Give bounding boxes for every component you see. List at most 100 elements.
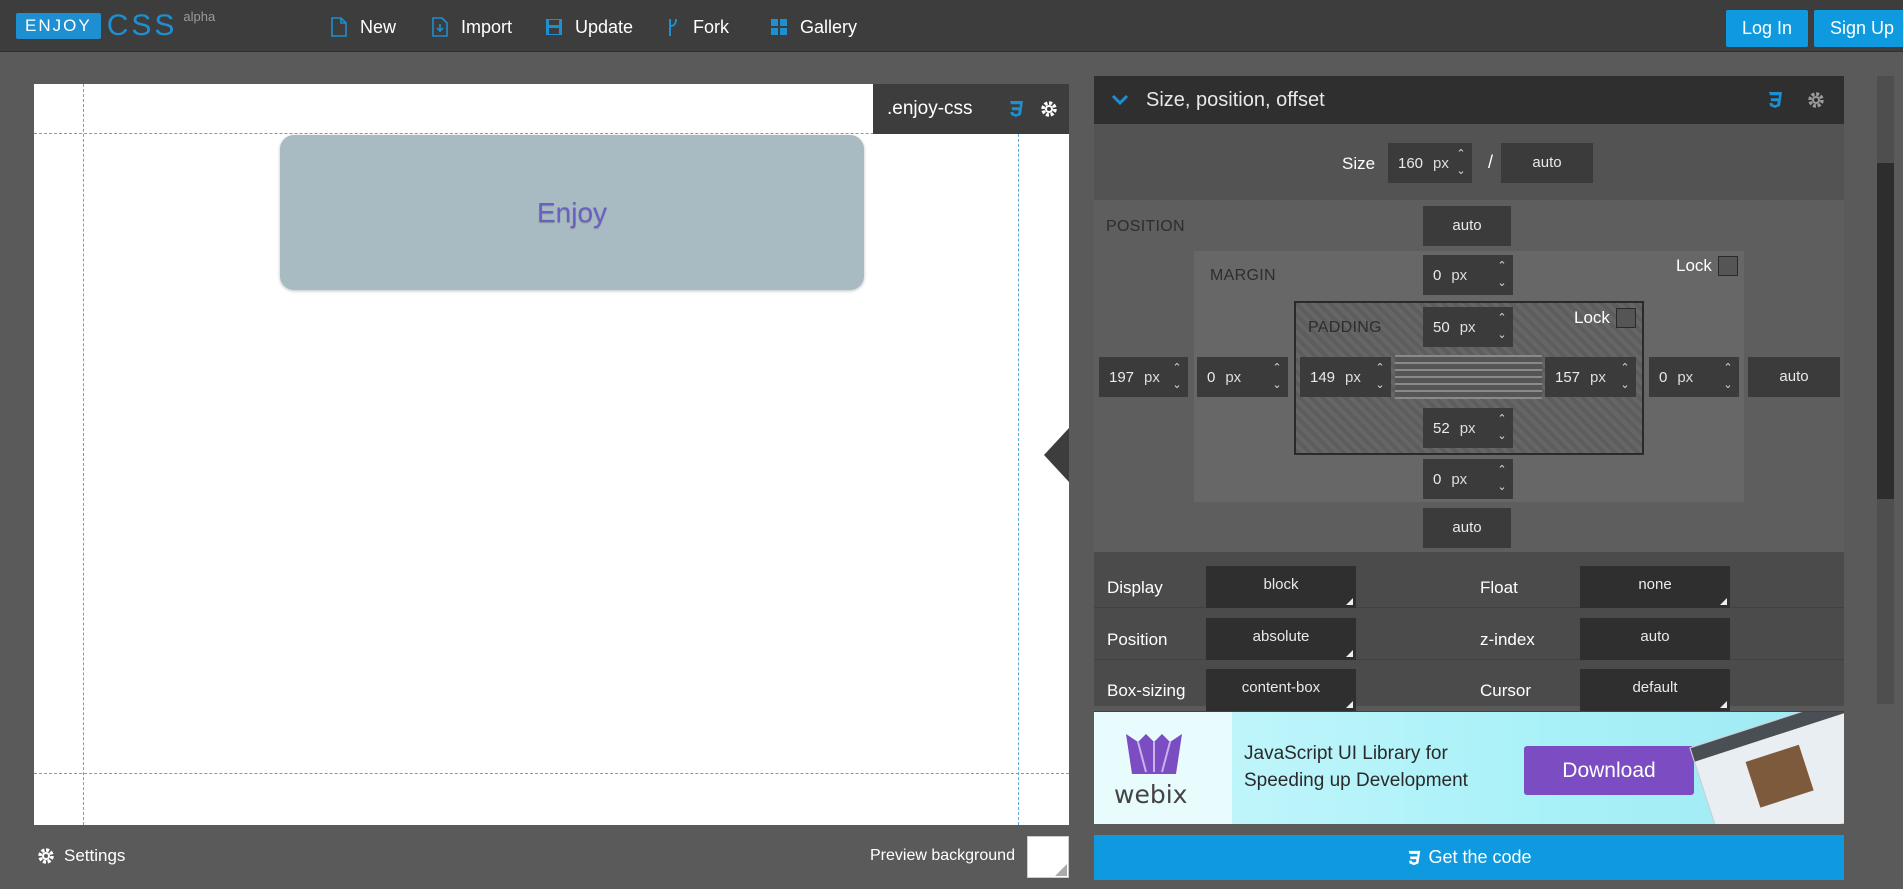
padding-bottom-stepper[interactable]: ⌃ ⌄ [1495,411,1509,445]
import-icon [432,17,448,37]
get-code-label: Get the code [1428,847,1532,867]
size-width-unit: px [1433,154,1449,172]
preview-background-swatch[interactable] [1027,836,1069,878]
position-left-value: 197 [1109,368,1135,386]
panel-header[interactable]: Size, position, offset [1094,76,1844,124]
gear-icon[interactable] [1039,99,1059,119]
margin-bottom-input[interactable]: 0 px ⌃ ⌄ [1423,459,1513,499]
margin-bottom-stepper[interactable]: ⌃ ⌄ [1495,462,1509,496]
margin-right-unit: px [1677,368,1694,386]
position-top-input[interactable]: auto [1423,206,1511,246]
margin-lock-checkbox[interactable] [1717,256,1738,276]
position-left-stepper[interactable]: ⌃ ⌄ [1170,360,1184,394]
margin-label: MARGIN [1210,267,1276,284]
collapse-panel-arrow[interactable] [1044,428,1069,482]
chevron-down-icon[interactable]: ⌄ [1495,327,1509,344]
boxsizing-select[interactable]: content-box [1206,669,1356,711]
logo-alpha-text: alpha [183,9,216,24]
chevron-down-icon[interactable]: ⌄ [1495,275,1509,292]
margin-top-input[interactable]: 0 px ⌃ ⌄ [1423,255,1513,295]
chevron-up-icon[interactable]: ⌃ [1495,258,1509,275]
margin-right-value: 0 [1659,368,1668,386]
padding-top-input[interactable]: 50 px ⌃ ⌄ [1423,307,1513,347]
padding-lock-label: Lock [1574,308,1610,327]
settings-button[interactable]: Settings [36,846,125,866]
chevron-down-icon[interactable] [1108,93,1132,107]
content-box [1395,355,1542,399]
size-height-input[interactable]: auto [1501,143,1593,183]
ad-line-1: JavaScript UI Library for [1244,743,1448,764]
chevron-up-icon[interactable]: ⌃ [1721,360,1735,377]
chevron-up-icon[interactable]: ⌃ [1495,462,1509,479]
padding-left-input[interactable]: 149 px ⌃ ⌄ [1300,357,1391,397]
size-width-stepper[interactable]: ⌃ ⌄ [1454,146,1468,180]
position-bottom-input[interactable]: auto [1423,508,1511,548]
margin-lock[interactable]: Lock [1676,256,1738,276]
chevron-down-icon[interactable]: ⌄ [1721,377,1735,394]
padding-bottom-unit: px [1459,419,1476,437]
login-button[interactable]: Log In [1726,10,1808,47]
padding-top-value: 50 [1433,318,1450,336]
padding-lock[interactable]: Lock [1574,308,1636,328]
margin-left-input[interactable]: 0 px ⌃ ⌄ [1197,357,1288,397]
chevron-up-icon[interactable]: ⌃ [1170,360,1184,377]
update-label: Update [575,16,634,37]
ad-screenshot-image [1689,712,1844,824]
position-right-input[interactable]: auto [1748,357,1840,397]
padding-bottom-input[interactable]: 52 px ⌃ ⌄ [1423,408,1513,448]
update-button[interactable]: Update [545,15,633,39]
panel-scrollbar-thumb[interactable] [1877,163,1894,499]
chevron-down-icon[interactable]: ⌄ [1495,428,1509,445]
webix-ad-banner[interactable]: webix JavaScript UI Library for Speeding… [1094,712,1844,824]
chevron-up-icon[interactable]: ⌃ [1270,360,1284,377]
padding-lock-checkbox[interactable] [1615,308,1636,328]
logo-enjoy-text: ENJOY [16,13,101,39]
margin-right-input[interactable]: 0 px ⌃ ⌄ [1649,357,1739,397]
css3-icon[interactable] [1007,99,1025,119]
margin-top-value: 0 [1433,266,1442,284]
padding-right-stepper[interactable]: ⌃ ⌄ [1618,360,1632,394]
chevron-down-icon[interactable]: ⌄ [1270,377,1284,394]
chevron-down-icon[interactable]: ⌄ [1495,479,1509,496]
position-select[interactable]: absolute [1206,618,1356,660]
float-select[interactable]: none [1580,566,1730,608]
chevron-down-icon[interactable]: ⌄ [1454,163,1468,180]
new-button[interactable]: New [330,15,396,39]
display-select[interactable]: block [1206,566,1356,608]
panel-gear-icon[interactable] [1806,90,1826,110]
position-left-input[interactable]: 197 px ⌃ ⌄ [1099,357,1188,397]
chevron-down-icon[interactable]: ⌄ [1373,377,1387,394]
import-button[interactable]: Import [431,15,512,39]
chevron-up-icon[interactable]: ⌃ [1373,360,1387,377]
webix-brand-text: webix [1114,780,1188,809]
chevron-up-icon[interactable]: ⌃ [1495,411,1509,428]
enjoycss-logo[interactable]: ENJOY CSS alpha [16,9,216,41]
fork-button[interactable]: Fork [667,15,729,39]
margin-top-stepper[interactable]: ⌃ ⌄ [1495,258,1509,292]
zindex-input[interactable]: auto [1580,618,1730,660]
padding-bottom-value: 52 [1433,419,1450,437]
gallery-button[interactable]: Gallery [770,15,857,39]
size-label: Size [1342,154,1376,173]
get-code-button[interactable]: Get the code [1094,835,1844,880]
padding-right-input[interactable]: 157 px ⌃ ⌄ [1545,357,1636,397]
margin-left-stepper[interactable]: ⌃ ⌄ [1270,360,1284,394]
cursor-select[interactable]: default [1580,669,1730,711]
margin-right-stepper[interactable]: ⌃ ⌄ [1721,360,1735,394]
size-width-input[interactable]: 160 px ⌃ ⌄ [1388,143,1472,183]
margin-bottom-unit: px [1451,470,1468,488]
preview-element[interactable]: Enjoy [280,135,864,290]
padding-left-stepper[interactable]: ⌃ ⌄ [1373,360,1387,394]
chevron-up-icon[interactable]: ⌃ [1618,360,1632,377]
panel-css3-icon[interactable] [1766,90,1784,110]
gallery-grid-icon [771,19,787,35]
size-width-value: 160 [1398,154,1424,172]
ad-download-button[interactable]: Download [1524,746,1694,795]
chevron-down-icon[interactable]: ⌄ [1618,377,1632,394]
chevron-up-icon[interactable]: ⌃ [1495,310,1509,327]
padding-top-stepper[interactable]: ⌃ ⌄ [1495,310,1509,344]
property-row: Position absolute z-index auto [1094,608,1844,660]
chevron-up-icon[interactable]: ⌃ [1454,146,1468,163]
chevron-down-icon[interactable]: ⌄ [1170,377,1184,394]
signup-button[interactable]: Sign Up [1814,10,1903,47]
